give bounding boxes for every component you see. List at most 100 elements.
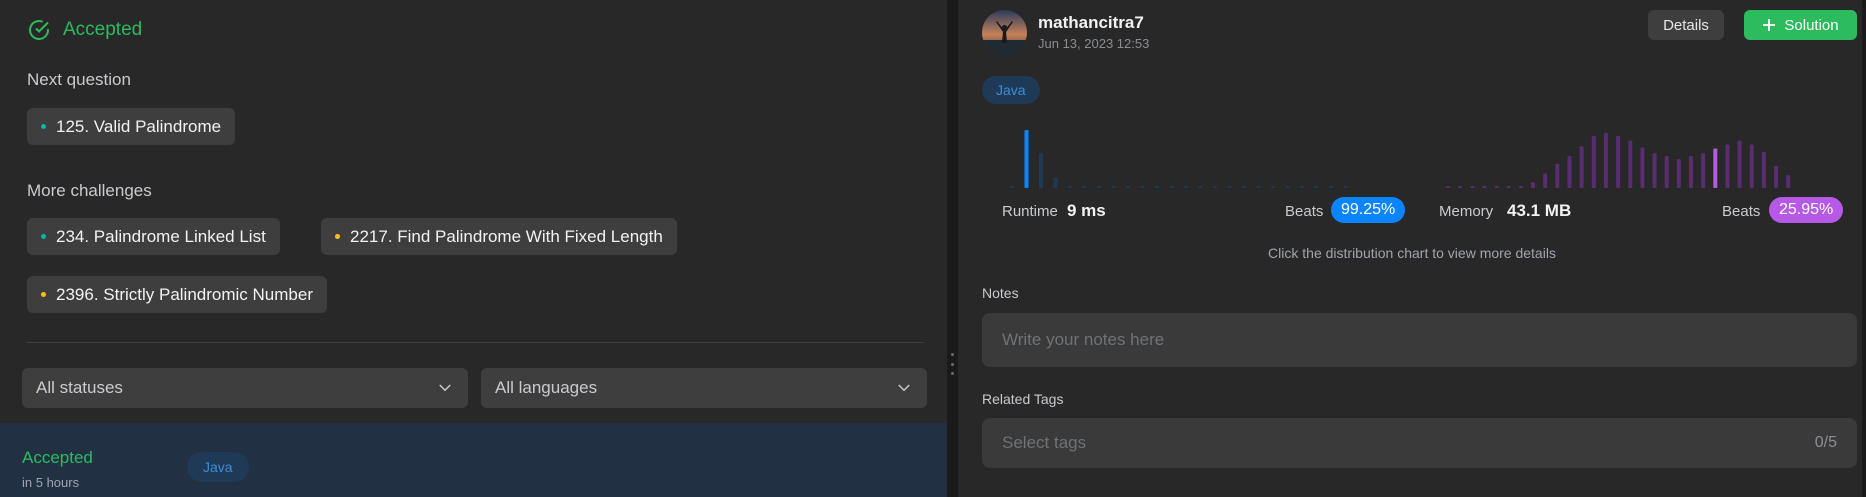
notes-placeholder: Write your notes here [1002, 330, 1165, 349]
username[interactable]: mathancitra7 [1038, 13, 1144, 33]
submission-row[interactable]: Accepted in 5 hours Java [0, 423, 947, 497]
distribution-bar [1579, 146, 1584, 188]
distribution-bar [1184, 186, 1188, 188]
challenge-chip[interactable]: 2217. Find Palindrome With Fixed Length [321, 218, 677, 255]
distribution-bar [1285, 186, 1290, 188]
plus-icon [1763, 19, 1776, 31]
distribution-bar [1761, 152, 1766, 188]
distribution-bar [1774, 165, 1779, 188]
distribution-bar [1616, 135, 1621, 188]
distribution-bar [1640, 147, 1645, 188]
status-filter-select[interactable]: All statuses [22, 368, 468, 408]
next-question-chip[interactable]: 125. Valid Palindrome [27, 108, 236, 145]
language-badge: Java [982, 76, 1040, 104]
submission-detail-panel: mathancitra7 Jun 13, 2023 12:53 Details … [958, 0, 1866, 497]
avatar[interactable] [982, 10, 1027, 55]
runtime-value: 9 ms [1067, 201, 1106, 220]
distribution-bar [1155, 186, 1159, 188]
distribution-bar [1737, 140, 1742, 188]
language-filter-select[interactable]: All languages [481, 368, 927, 408]
distribution-bar [1676, 159, 1681, 188]
distribution-bar [1271, 186, 1275, 188]
submission-language-badge: Java [187, 452, 249, 482]
accepted-header: Accepted [27, 18, 142, 42]
memory-beats-label: Beats [1722, 203, 1761, 220]
distribution-bar [1446, 186, 1450, 188]
distribution-bar [1198, 186, 1203, 188]
challenge-title: 2396. Strictly Palindromic Number [56, 284, 313, 304]
submission-time: in 5 hours [22, 475, 80, 490]
tags-select[interactable]: Select tags 0/5 [982, 418, 1857, 468]
distribution-bar [1300, 186, 1304, 188]
distribution-bar [1652, 153, 1657, 188]
distribution-bar [1111, 186, 1116, 188]
distribution-bar [1555, 163, 1560, 188]
distribution-bar [1701, 153, 1706, 188]
distribution-bar [1591, 135, 1596, 188]
easy-difficulty-dot [41, 124, 46, 129]
check-circle-icon [29, 20, 49, 40]
distribution-bar [1126, 186, 1130, 188]
challenge-title: 2217. Find Palindrome With Fixed Length [350, 226, 663, 246]
distribution-bar [1543, 173, 1548, 188]
distribution-bar [1082, 186, 1087, 188]
runtime-label: Runtime [1002, 203, 1058, 220]
distribution-bar [1725, 144, 1730, 188]
distribution-bar [1010, 186, 1014, 188]
distribution-bar [1097, 186, 1101, 188]
avatar-image [982, 10, 1027, 55]
distribution-bar [1053, 177, 1058, 188]
distribution-bar [1039, 153, 1043, 188]
memory-value: 43.1 MB [1507, 201, 1572, 220]
distribution-bar [1518, 186, 1523, 188]
distribution-bar [1689, 156, 1693, 188]
tags-placeholder: Select tags [1002, 433, 1087, 452]
distribution-bar [1068, 186, 1072, 188]
distribution-bar [1242, 186, 1246, 188]
memory-distribution-chart[interactable] [1442, 118, 1796, 190]
chart-hint: Click the distribution chart to view mor… [1268, 245, 1556, 261]
distribution-bar [1314, 186, 1319, 188]
distribution-bar [1664, 156, 1669, 188]
submission-date: Jun 13, 2023 12:53 [1038, 36, 1150, 51]
next-question-title: 125. Valid Palindrome [56, 116, 222, 136]
language-filter-value: All languages [495, 378, 598, 397]
memory-label: Memory [1439, 203, 1494, 220]
notes-input[interactable]: Write your notes here [982, 313, 1857, 367]
chevron-down-icon [898, 384, 910, 392]
details-button[interactable]: Details [1648, 10, 1724, 40]
runtime-beats-label: Beats [1285, 203, 1324, 220]
distribution-bar [1713, 148, 1718, 188]
drag-handle-icon [951, 353, 954, 375]
easy-difficulty-dot [41, 234, 46, 239]
runtime-distribution-chart[interactable] [1006, 118, 1354, 190]
submission-status: Accepted [22, 448, 93, 467]
solution-button-label: Solution [1784, 16, 1839, 34]
distribution-bar [1343, 186, 1348, 188]
distribution-bar [1494, 186, 1499, 188]
distribution-bar [1213, 186, 1217, 188]
distribution-bar [1603, 132, 1608, 188]
status-filter-value: All statuses [36, 378, 123, 397]
distribution-bar [1531, 182, 1536, 188]
distribution-bar [1749, 144, 1754, 188]
challenge-chip[interactable]: 234. Palindrome Linked List [27, 218, 280, 255]
tags-count: 0/5 [1814, 434, 1837, 451]
app-root: Accepted Next question 125. Valid Palind… [0, 0, 1866, 497]
distribution-bar [1506, 186, 1511, 188]
distribution-bar [1786, 175, 1791, 188]
section-divider [27, 342, 924, 343]
distribution-bar [1024, 130, 1029, 188]
panel-resize-handle[interactable] [947, 0, 958, 497]
distribution-bar [1256, 186, 1261, 188]
challenge-title: 234. Palindrome Linked List [56, 226, 266, 246]
solution-button[interactable]: Solution [1744, 10, 1857, 40]
distribution-bar [1227, 186, 1232, 188]
distribution-bar [1628, 140, 1633, 188]
scrollbar[interactable] [1862, 0, 1866, 497]
distribution-bar [1169, 186, 1174, 188]
notes-label: Notes [982, 285, 1019, 301]
chevron-down-icon [439, 384, 451, 392]
challenge-chip[interactable]: 2396. Strictly Palindromic Number [27, 276, 327, 313]
accepted-status: Accepted [63, 19, 143, 40]
